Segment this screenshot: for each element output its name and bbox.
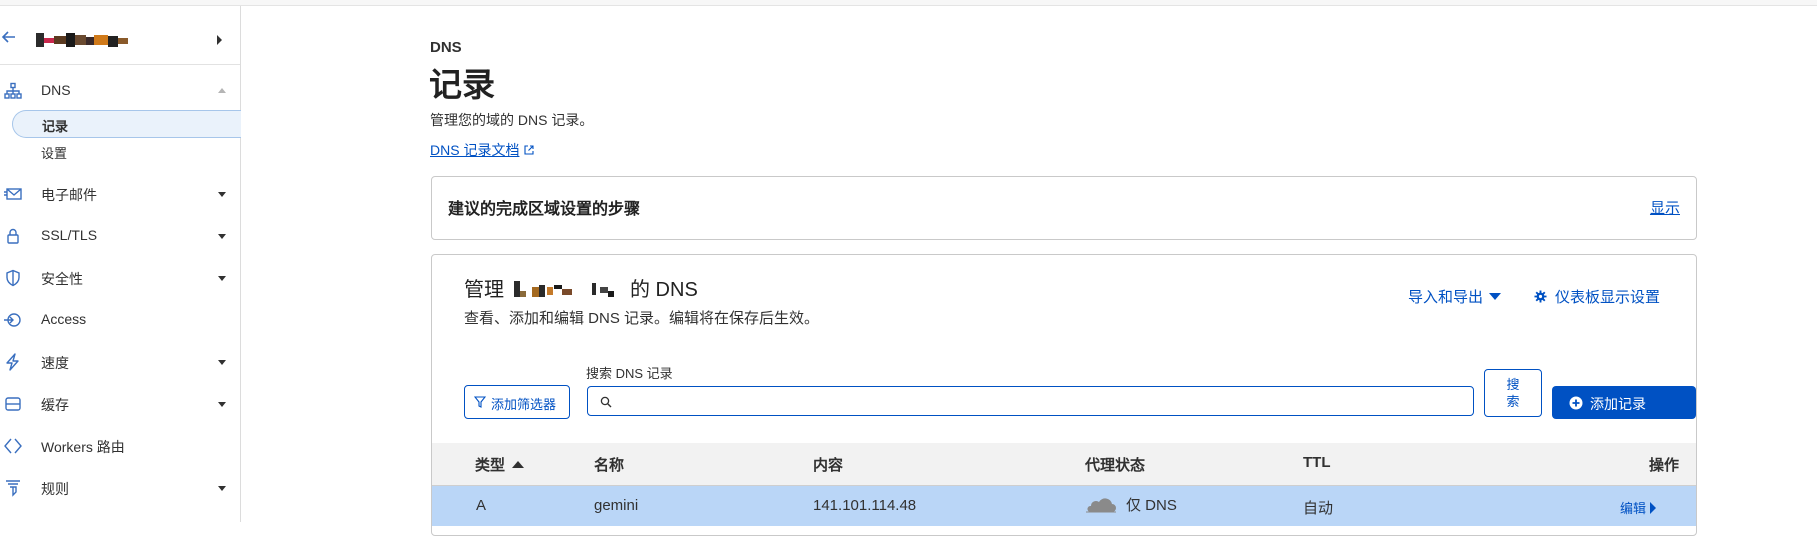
column-header-proxy-status[interactable]: 代理状态 <box>1085 454 1145 475</box>
sidebar-item-cache[interactable]: 缓存 <box>0 389 240 419</box>
network-icon <box>4 82 22 99</box>
page-eyebrow: DNS <box>430 39 462 56</box>
caret-right-icon <box>1650 502 1657 514</box>
proxy-status-label: 仅 DNS <box>1126 497 1177 514</box>
email-icon <box>4 188 22 200</box>
sidebar: DNS 记录 设置 电子邮件 SSL/TLS 安全性 Access 速度 缓存 … <box>0 6 241 522</box>
column-header-actions: 操作 <box>1649 457 1680 474</box>
lightning-icon <box>6 353 19 371</box>
plus-circle-icon <box>1569 396 1583 410</box>
cell-ttl: 自动 <box>1303 500 1334 517</box>
edit-label: 编辑 <box>1620 501 1647 516</box>
cell-content: 141.101.114.48 <box>813 497 917 514</box>
external-link-icon <box>524 145 535 155</box>
cell-type: A <box>476 497 487 514</box>
caret-down-icon <box>1489 293 1502 300</box>
shield-icon <box>6 269 20 287</box>
search-button[interactable]: 搜 索 <box>1484 369 1542 417</box>
cloud-grey-icon <box>1086 498 1116 513</box>
column-header-type[interactable]: 类型 <box>475 454 525 475</box>
show-link[interactable]: 显示 <box>1650 197 1680 218</box>
dashboard-settings-label: 仪表板显示设置 <box>1555 289 1661 306</box>
cell-proxy-status: 仅 DNS <box>1086 494 1177 515</box>
add-filter-button[interactable]: 添加筛选器 <box>464 385 570 419</box>
search-box <box>587 386 1474 416</box>
sidebar-header <box>0 20 240 62</box>
chevron-down-icon <box>218 192 226 197</box>
dashboard-display-settings-button[interactable]: 仪表板显示设置 <box>1534 286 1660 307</box>
chevron-right-icon[interactable] <box>217 35 222 45</box>
sidebar-item-security[interactable]: 安全性 <box>0 263 240 293</box>
table-row[interactable]: A gemini 141.101.114.48 仅 DNS 自动 编辑 <box>432 486 1696 526</box>
access-icon <box>4 313 21 327</box>
sidebar-item-label: 安全性 <box>41 271 83 287</box>
column-header-type-label: 类型 <box>475 457 506 474</box>
chevron-down-icon <box>218 276 226 281</box>
sidebar-item-label: Access <box>41 311 87 327</box>
workers-icon <box>4 438 22 454</box>
divider <box>0 64 240 65</box>
card-title-suffix: 的 DNS <box>630 279 698 301</box>
page-description: 管理您的域的 DNS 记录。 <box>430 112 594 128</box>
card-title: 管理 的 DNS <box>464 273 698 302</box>
funnel-rules-icon <box>6 480 20 497</box>
sidebar-subitem-settings[interactable]: 设置 <box>12 138 240 164</box>
card-title-prefix: 管理 <box>464 279 504 301</box>
sidebar-item-dns[interactable]: DNS <box>0 76 240 106</box>
storage-icon <box>5 397 21 411</box>
sidebar-item-label: Workers 路由 <box>41 439 125 455</box>
chevron-down-icon <box>218 402 226 407</box>
domain-name-redacted <box>512 281 622 297</box>
add-record-button[interactable]: 添加记录 <box>1552 386 1696 419</box>
gear-icon <box>1534 290 1547 303</box>
search-label: 搜索 DNS 记录 <box>586 366 673 381</box>
sidebar-item-label: 速度 <box>41 355 69 371</box>
add-filter-label: 添加筛选器 <box>491 397 557 412</box>
table-header: 类型 名称 内容 代理状态 TTL 操作 <box>432 443 1696 486</box>
column-header-content[interactable]: 内容 <box>813 454 843 475</box>
search-input[interactable] <box>618 390 1462 414</box>
cell-name: gemini <box>594 497 639 514</box>
card-description: 查看、添加和编辑 DNS 记录。编辑将在保存后生效。 <box>464 310 820 327</box>
page-title: 记录 <box>429 66 495 103</box>
dns-docs-link[interactable]: DNS 记录文档 <box>430 140 535 160</box>
lock-icon <box>7 228 19 244</box>
sidebar-item-label: DNS <box>41 82 71 98</box>
main-content: DNS 记录 管理您的域的 DNS 记录。 DNS 记录文档 建议的完成区域设置… <box>429 0 1730 536</box>
column-header-name[interactable]: 名称 <box>594 454 624 475</box>
search-button-label-line2: 索 <box>1506 394 1520 409</box>
dns-docs-link-label: DNS 记录文档 <box>430 142 520 158</box>
import-export-label: 导入和导出 <box>1408 289 1484 306</box>
setup-steps-title: 建议的完成区域设置的步骤 <box>448 201 641 218</box>
sidebar-item-label: 电子邮件 <box>41 187 97 203</box>
sort-ascending-icon <box>512 461 525 468</box>
edit-record-button[interactable]: 编辑 <box>1620 498 1657 517</box>
sidebar-item-rules[interactable]: 规则 <box>0 473 240 503</box>
site-name-redacted <box>36 33 128 47</box>
chevron-down-icon <box>218 234 226 239</box>
sidebar-item-workers-routes[interactable]: Workers 路由 <box>0 431 240 461</box>
sidebar-item-access[interactable]: Access <box>0 305 240 335</box>
sidebar-item-label: 缓存 <box>41 397 69 413</box>
dns-management-card: 管理 的 DNS 查看、添加和编辑 DNS 记录。编辑将在保存后生效。 导入和导… <box>431 254 1697 536</box>
sidebar-item-email[interactable]: 电子邮件 <box>0 179 240 209</box>
sidebar-item-speed[interactable]: 速度 <box>0 347 240 377</box>
filter-icon <box>474 396 486 408</box>
sidebar-subitem-records[interactable]: 记录 <box>12 110 241 138</box>
sidebar-subitem-label: 设置 <box>41 146 68 161</box>
add-record-label: 添加记录 <box>1590 396 1646 412</box>
chevron-down-icon <box>218 486 226 491</box>
search-icon <box>600 396 612 408</box>
import-export-button[interactable]: 导入和导出 <box>1408 286 1502 307</box>
sidebar-item-label: SSL/TLS <box>41 227 98 243</box>
sidebar-item-label: 规则 <box>41 481 69 497</box>
chevron-down-icon <box>218 360 226 365</box>
sidebar-subitem-label: 记录 <box>42 119 69 134</box>
back-arrow-icon[interactable] <box>0 28 18 46</box>
chevron-up-icon <box>218 88 226 93</box>
search-button-label-line1: 搜 <box>1506 377 1520 392</box>
sidebar-item-ssl-tls[interactable]: SSL/TLS <box>0 221 240 251</box>
setup-steps-card: 建议的完成区域设置的步骤 显示 <box>431 176 1697 240</box>
column-header-ttl[interactable]: TTL <box>1303 454 1331 471</box>
